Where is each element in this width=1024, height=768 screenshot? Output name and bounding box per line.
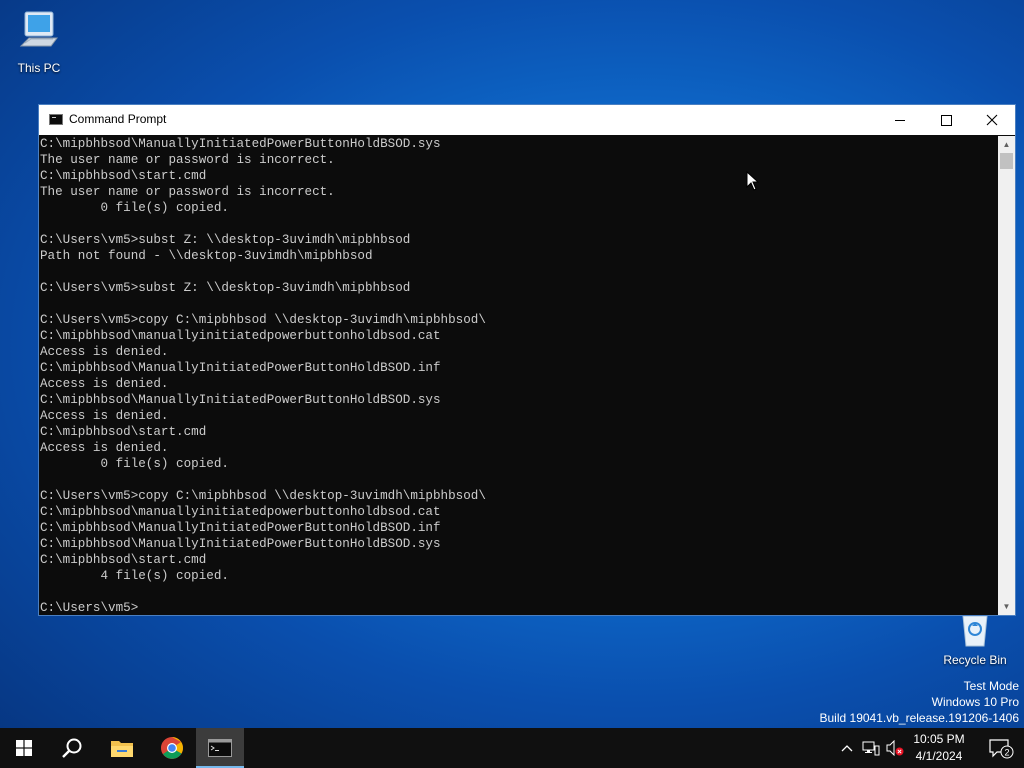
network-button[interactable] [860,728,882,768]
console-line: Access is denied. [40,441,169,455]
minimize-icon [895,119,905,121]
search-button[interactable] [48,728,96,768]
close-icon [986,114,998,126]
console-line: Access is denied. [40,409,169,423]
console-line: C:\mipbhbsod\start.cmd [40,169,207,183]
console-line: C:\mipbhbsod\manuallyinitiatedpowerbutto… [40,505,441,519]
console-line: C:\mipbhbsod\start.cmd [40,553,207,567]
console-line: C:\mipbhbsod\ManuallyInitiatedPowerButto… [40,361,441,375]
test-mode-watermark: Test Mode Windows 10 Pro Build 19041.vb_… [820,678,1020,726]
scroll-down-icon[interactable]: ▼ [998,598,1015,615]
console-line: C:\Users\vm5>subst Z: \\desktop-3uvimdh\… [40,281,411,295]
minimize-button[interactable] [877,105,923,135]
console-line: The user name or password is incorrect. [40,153,335,167]
taskbar-file-explorer[interactable] [98,728,146,768]
watermark-line-1: Test Mode [963,679,1019,693]
start-button[interactable] [0,728,48,768]
clock-time: 10:05 PM [913,732,965,746]
console-line: C:\mipbhbsod\ManuallyInitiatedPowerButto… [40,521,441,535]
network-icon [862,741,880,756]
cmd-icon [49,114,63,125]
console-line: C:\Users\vm5> [40,601,139,615]
computer-icon [19,11,58,47]
scroll-up-icon[interactable]: ▲ [998,136,1015,153]
vertical-scrollbar[interactable]: ▲ ▼ [998,136,1015,615]
console-line: The user name or password is incorrect. [40,185,335,199]
console-line: C:\Users\vm5>copy C:\mipbhbsod \\desktop… [40,489,486,503]
recycle-bin-label: Recycle Bin [943,653,1007,667]
maximize-icon [940,114,952,126]
taskbar: 10:05 PM 4/1/2024 2 [0,728,1024,768]
console-line: C:\mipbhbsod\ManuallyInitiatedPowerButto… [40,393,441,407]
notification-count: 2 [1004,748,1009,758]
watermark-line-2: Windows 10 Pro [931,695,1019,709]
scrollbar-thumb[interactable] [1000,153,1013,169]
console-output[interactable]: C:\mipbhbsod\ManuallyInitiatedPowerButto… [39,136,998,615]
clock-date: 4/1/2024 [915,749,963,763]
desktop: { "desktop": { "icons": [ {"label": "Thi… [0,0,1024,768]
show-hidden-icons-button[interactable] [836,728,858,768]
command-prompt-icon [208,739,232,757]
console-line: C:\mipbhbsod\start.cmd [40,425,207,439]
volume-muted-icon [886,740,904,756]
console-line: Access is denied. [40,345,169,359]
clock[interactable]: 10:05 PM 4/1/2024 [908,731,970,765]
title-bar[interactable]: Command Prompt [39,105,1015,135]
console-line: C:\mipbhbsod\ManuallyInitiatedPowerButto… [40,137,441,151]
watermark-line-3: Build 19041.vb_release.191206-1406 [819,711,1020,725]
desktop-icon-recycle-bin[interactable]: Recycle Bin [940,612,1010,667]
mouse-cursor-icon [746,171,760,191]
command-prompt-window[interactable]: Command Prompt C:\mipbhbsod\ManuallyInit… [38,104,1016,616]
this-pc-label: This PC [17,61,61,75]
recycle-bin-icon [962,615,988,647]
console-line: C:\Users\vm5>subst Z: \\desktop-3uvimdh\… [40,233,411,247]
console-line: C:\mipbhbsod\manuallyinitiatedpowerbutto… [40,329,441,343]
maximize-button[interactable] [923,105,969,135]
taskbar-command-prompt[interactable] [196,728,244,768]
desktop-icon-this-pc[interactable]: This PC [4,8,74,75]
file-explorer-icon [111,741,133,757]
console-line: Access is denied. [40,377,169,391]
console-line: 0 file(s) copied. [40,457,229,471]
action-center-button[interactable]: 2 [978,728,1024,768]
search-icon [62,738,82,758]
console-line: 4 file(s) copied. [40,569,229,583]
console-line: Path not found - \\desktop-3uvimdh\mipbh… [40,249,373,263]
console-line: C:\Users\vm5>copy C:\mipbhbsod \\desktop… [40,313,486,327]
volume-button[interactable] [884,728,906,768]
window-title: Command Prompt [69,112,167,126]
notification-icon: 2 [989,739,1014,759]
console-line: 0 file(s) copied. [40,201,229,215]
chevron-up-icon [841,745,853,752]
start-icon [16,740,32,756]
close-button[interactable] [969,105,1015,135]
taskbar-chrome[interactable] [148,728,196,768]
console-line: C:\mipbhbsod\ManuallyInitiatedPowerButto… [40,537,441,551]
chrome-icon [161,737,183,759]
